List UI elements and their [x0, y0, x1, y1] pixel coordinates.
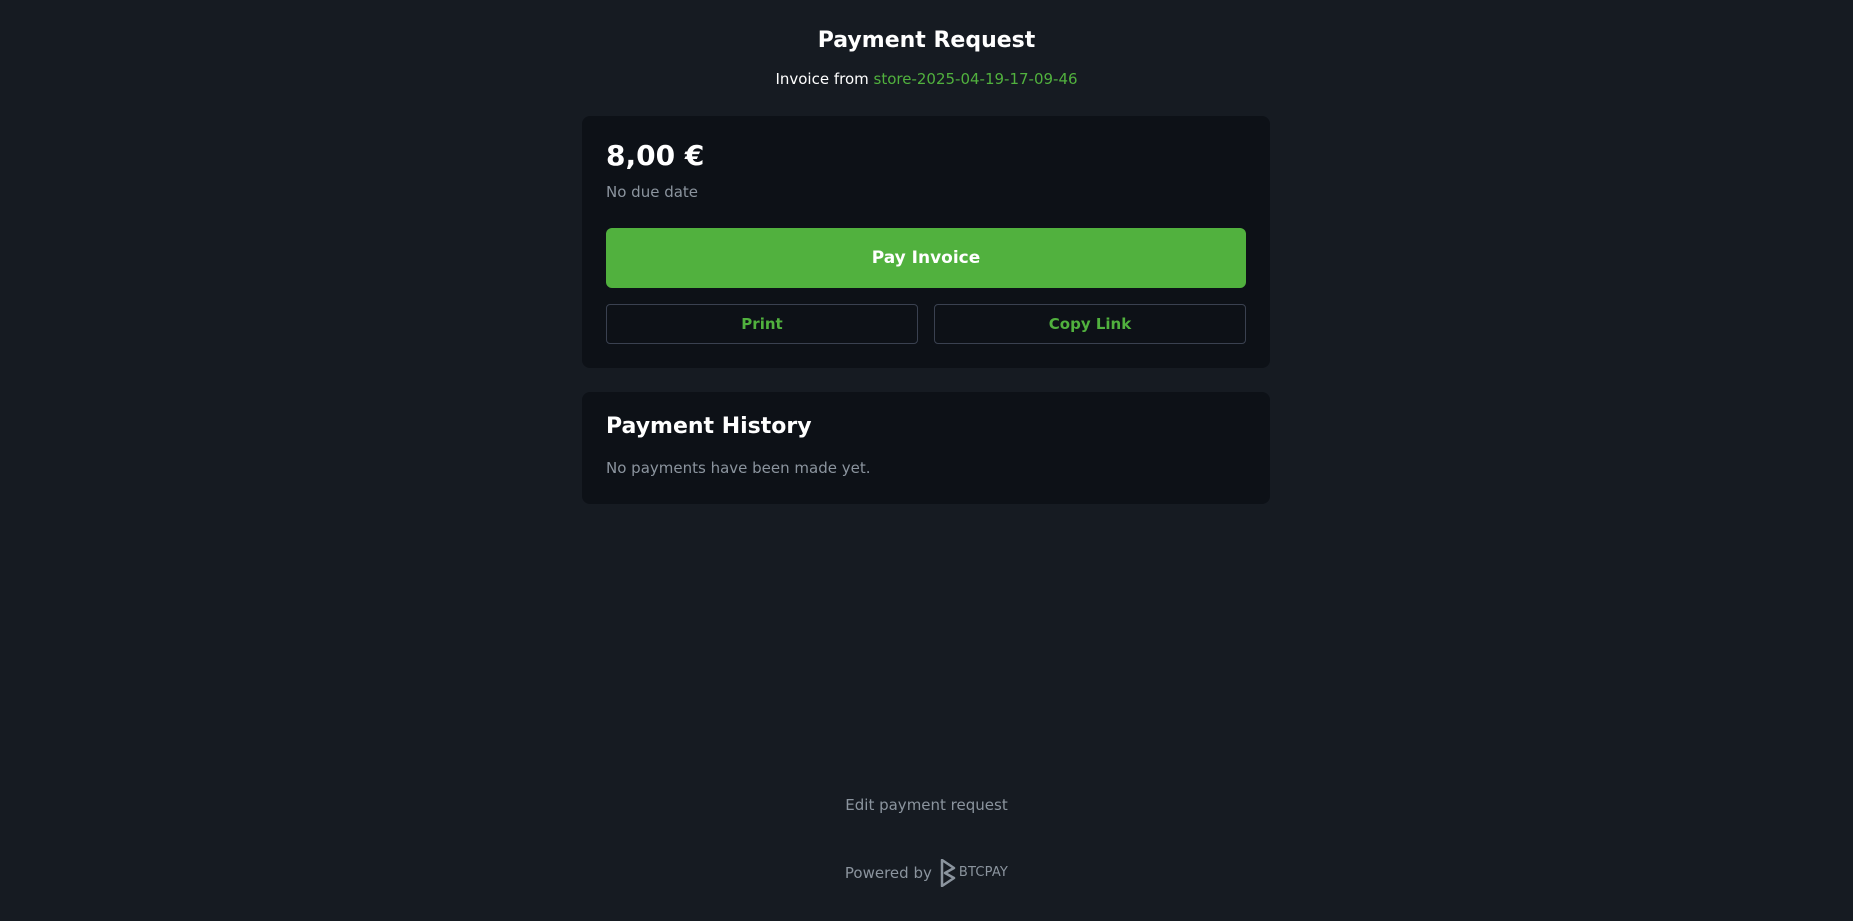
- payment-request-page: Payment Request Invoice from store-2025-…: [0, 0, 1853, 921]
- btcpay-brand-text: BTCPAY: [958, 865, 1009, 880]
- pay-invoice-button[interactable]: Pay Invoice: [606, 228, 1246, 288]
- page-title: Payment Request: [817, 28, 1036, 53]
- invoice-from-label: Invoice from: [775, 70, 869, 88]
- invoice-amount: 8,00 €: [606, 139, 705, 172]
- copy-link-button[interactable]: Copy Link: [934, 304, 1246, 344]
- due-date: No due date: [606, 183, 699, 201]
- payment-history-empty: No payments have been made yet.: [606, 459, 871, 477]
- btcpay-logo-link[interactable]: BTCPAY: [940, 858, 1008, 888]
- page-header: Payment Request Invoice from store-2025-…: [0, 26, 1853, 89]
- btcpay-logo-icon: [940, 859, 956, 887]
- invoice-subtitle: Invoice from store-2025-04-19-17-09-46: [0, 69, 1853, 89]
- print-button[interactable]: Print: [606, 304, 918, 344]
- powered-by-label: Powered by: [844, 864, 932, 882]
- invoice-card: 8,00 € No due date Pay Invoice Print Cop…: [582, 116, 1270, 368]
- store-name: store-2025-04-19-17-09-46: [873, 70, 1078, 88]
- payment-history-title: Payment History: [606, 414, 812, 439]
- payment-history-card: Payment History No payments have been ma…: [582, 392, 1270, 504]
- edit-payment-request-link[interactable]: Edit payment request: [0, 795, 1853, 815]
- powered-by: Powered by BTCPAY: [0, 858, 1853, 888]
